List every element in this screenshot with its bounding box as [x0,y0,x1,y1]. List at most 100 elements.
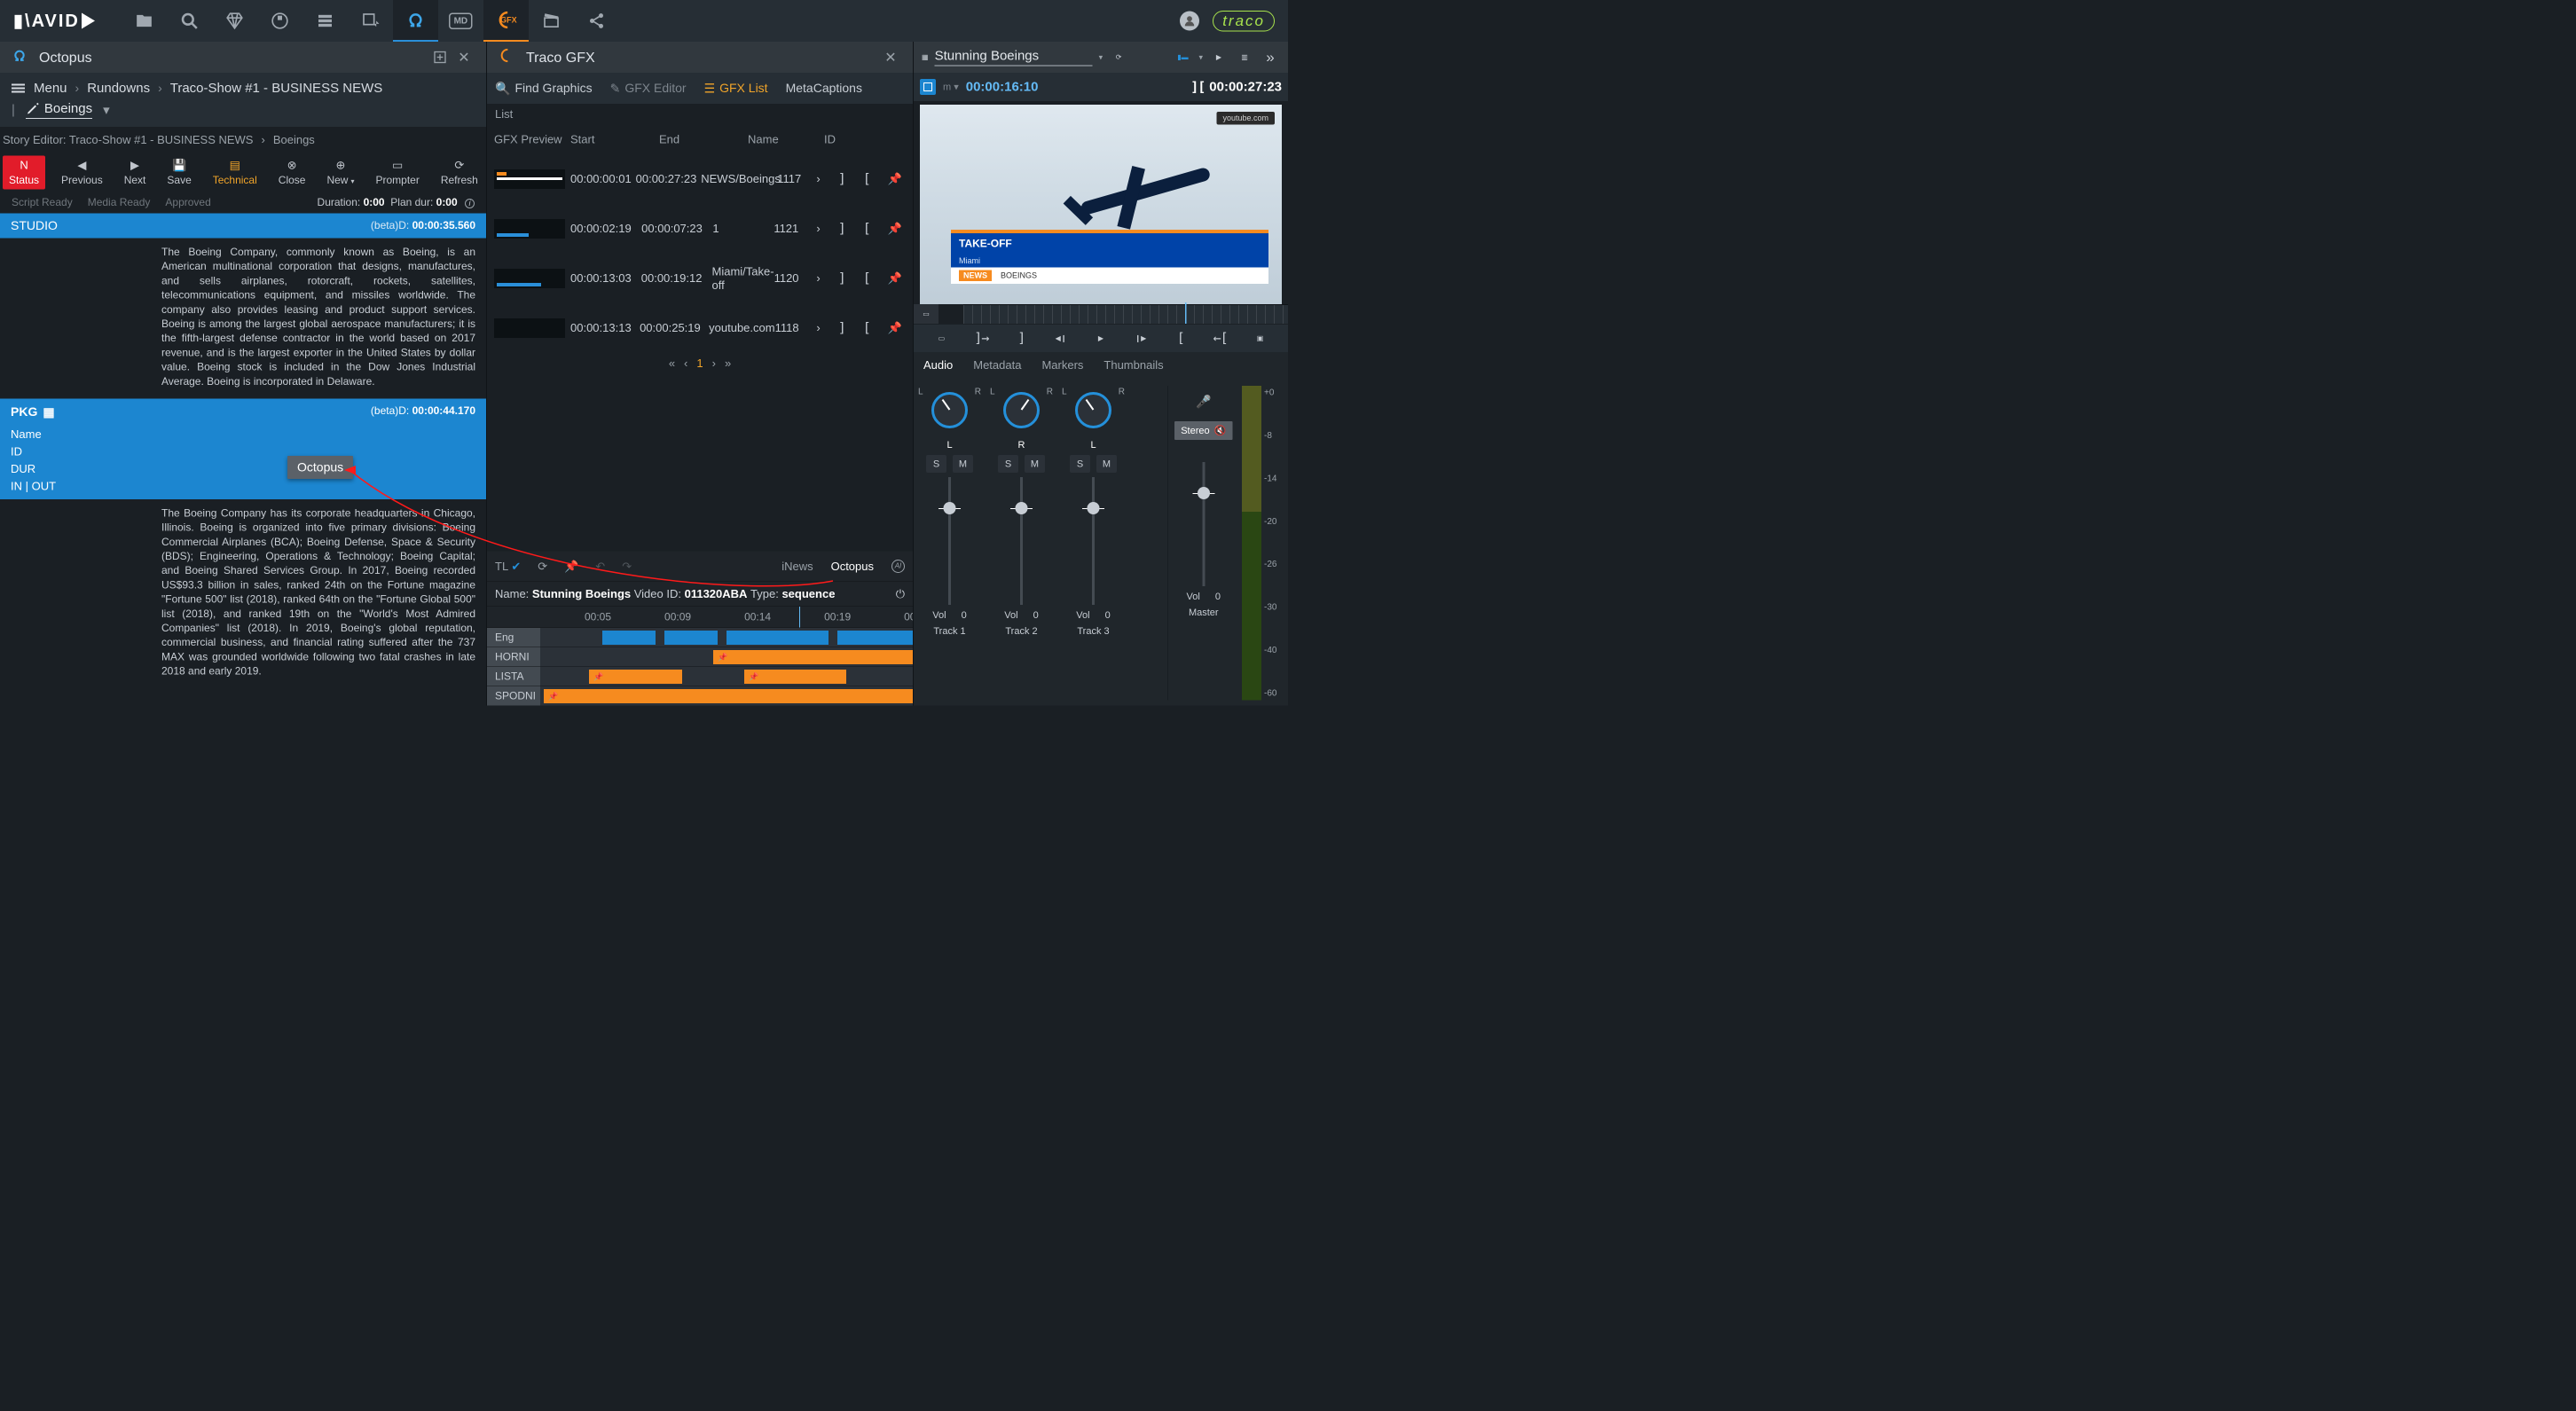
technical-button[interactable]: ▤Technical [208,156,263,190]
step-fwd-icon[interactable]: ❙▶ [1130,327,1151,349]
tab-find-graphics[interactable]: 🔍Find Graphics [495,81,593,96]
bracket-start-icon[interactable]: [ [863,320,870,336]
mark-in-jump-icon[interactable]: ]→ [970,327,992,349]
edit-story-button[interactable]: Boeings [26,101,92,119]
pager-last[interactable]: » [725,357,731,371]
close-button[interactable]: ⊗Close [273,156,311,190]
mini-tl-left-icon[interactable]: ▭ [914,304,939,324]
track-row[interactable]: SPODNI 📌 [487,686,913,706]
stereo-toggle[interactable]: Stereo🔇 [1174,421,1232,440]
table-row[interactable]: 00:00:02:19 00:00:07:23 1 1121 ›][📌 [487,204,913,254]
pan-knob[interactable] [1075,392,1111,428]
redo-icon[interactable]: ↷ [622,560,632,574]
track-row[interactable]: HORNI 📌 [487,647,913,667]
octopus-tab[interactable]: Octopus [831,560,874,574]
mic-icon[interactable]: 🎤 [1196,394,1211,409]
bracket-end-icon[interactable]: ] [838,320,845,336]
chevron-right-icon[interactable]: › [816,321,820,335]
prompter-button[interactable]: ▭Prompter [370,156,424,190]
crumb-show[interactable]: Traco-Show #1 - BUSINESS NEWS [170,81,383,96]
gfx-icon[interactable]: GFX [483,0,529,42]
pin-icon[interactable]: 📌 [888,271,902,286]
mark-in-icon[interactable]: [ [1170,327,1191,349]
chevron-down-icon[interactable]: ▾ [1099,52,1103,62]
tab-thumbnails[interactable]: Thumbnails [1103,358,1163,372]
previous-button[interactable]: ◀Previous [56,156,108,190]
drag-label-octopus[interactable]: Octopus [287,456,353,479]
chevron-down-icon[interactable]: ▾ [1198,52,1203,62]
clapper-icon[interactable] [529,0,574,42]
pan-knob[interactable] [931,392,968,428]
tab-audio[interactable]: Audio [923,358,953,372]
pkg-body[interactable]: The Boeing Company has its corporate hea… [0,499,486,688]
next-button[interactable]: ▶Next [119,156,152,190]
time-ruler[interactable]: 00:0500:0900:1400:1900:23 [487,607,913,628]
table-row[interactable]: 00:00:00:01 00:00:27:23 NEWS/Boeings 111… [487,154,913,204]
studio-block-header[interactable]: STUDIO (beta)D: 00:00:35.560 [0,214,486,239]
bracket-start-icon[interactable]: [ [863,171,870,187]
refresh-icon[interactable]: ⟳ [538,560,547,574]
table-row[interactable]: 00:00:13:13 00:00:25:19 youtube.com 1118… [487,303,913,353]
chevron-right-icon[interactable]: › [816,271,820,286]
chevron-right-icon[interactable]: › [816,172,820,186]
ingest-icon[interactable]: AI [891,560,905,573]
close-panel-button[interactable]: ✕ [881,48,900,67]
bracket-end-icon[interactable]: ] [838,221,845,237]
folder-icon[interactable] [122,0,167,42]
pan-knob[interactable] [1003,392,1040,428]
video-monitor[interactable]: youtube.com TAKE-OFF Miami NEWSBOEINGS [920,105,1282,304]
mute-button[interactable]: M [953,455,973,473]
close-panel-button[interactable]: ✕ [454,48,474,67]
chevron-right-icon[interactable]: › [816,222,820,236]
user-avatar[interactable] [1180,12,1199,31]
media-ready-label[interactable]: Media Ready [88,197,151,209]
pin-icon[interactable]: 📌 [888,172,902,186]
add-panel-button[interactable] [430,48,450,67]
globe-icon[interactable] [257,0,302,42]
volume-fader[interactable] [937,477,963,605]
approved-label[interactable]: Approved [165,197,210,209]
monitor-icon[interactable]: ▶ [1209,48,1229,67]
solo-button[interactable]: S [926,455,946,473]
solo-button[interactable]: S [1070,455,1090,473]
omega-icon[interactable] [393,0,438,42]
chevron-down-icon[interactable]: ▾ [103,102,110,118]
pager-current[interactable]: 1 [696,357,703,371]
diamond-icon[interactable] [212,0,257,42]
bracket-start-icon[interactable]: [ [863,221,870,237]
mark-out-icon[interactable]: ] [1010,327,1032,349]
save-button[interactable]: 💾Save [161,156,196,190]
track-row[interactable]: LISTA 📌 📌 [487,667,913,686]
table-row[interactable]: 00:00:13:03 00:00:19:12 Miami/Take-off 1… [487,254,913,303]
share-icon[interactable] [574,0,619,42]
crumb-rundowns[interactable]: Rundowns [87,81,150,96]
volume-fader[interactable] [1080,477,1107,605]
solo-button[interactable]: S [998,455,1018,473]
md-badge-icon[interactable]: MD [438,0,483,42]
search-icon[interactable] [167,0,212,42]
bracket-end-icon[interactable]: ] [838,270,845,286]
undo-icon[interactable]: ↶ [595,560,605,574]
pager-prev[interactable]: ‹ [684,357,687,371]
pin-icon[interactable]: 📌 [888,321,902,335]
pkg-block-header[interactable]: PKG ▦ (beta)D: 00:00:44.170 Name ID DUR … [0,398,486,499]
pager-first[interactable]: « [669,357,675,371]
volume-fader[interactable] [1009,477,1035,605]
refresh-button[interactable]: ⟳Refresh [436,156,483,190]
playhead[interactable] [799,607,800,628]
new-button[interactable]: ⊕New▾ [321,156,359,190]
pin-icon[interactable]: 📌 [564,560,578,574]
bracket-end-icon[interactable]: ] [838,171,845,187]
mute-button[interactable]: M [1025,455,1045,473]
mark-out-jump-icon[interactable]: ←[ [1210,327,1231,349]
fullscreen-icon[interactable]: ▣ [1250,327,1271,349]
info-icon[interactable]: i [465,199,475,208]
tc-mode[interactable]: m ▾ [943,82,959,93]
inews-tab[interactable]: iNews [781,560,813,574]
step-back-icon[interactable]: ◀❙ [1050,327,1072,349]
layout-icon[interactable]: ▮▬ [1173,48,1192,67]
volume-fader[interactable] [1190,462,1217,586]
reload-icon[interactable]: ⟳ [1109,48,1128,67]
menu-icon[interactable] [12,84,25,93]
frame-icon[interactable]: ▭ [931,327,952,349]
